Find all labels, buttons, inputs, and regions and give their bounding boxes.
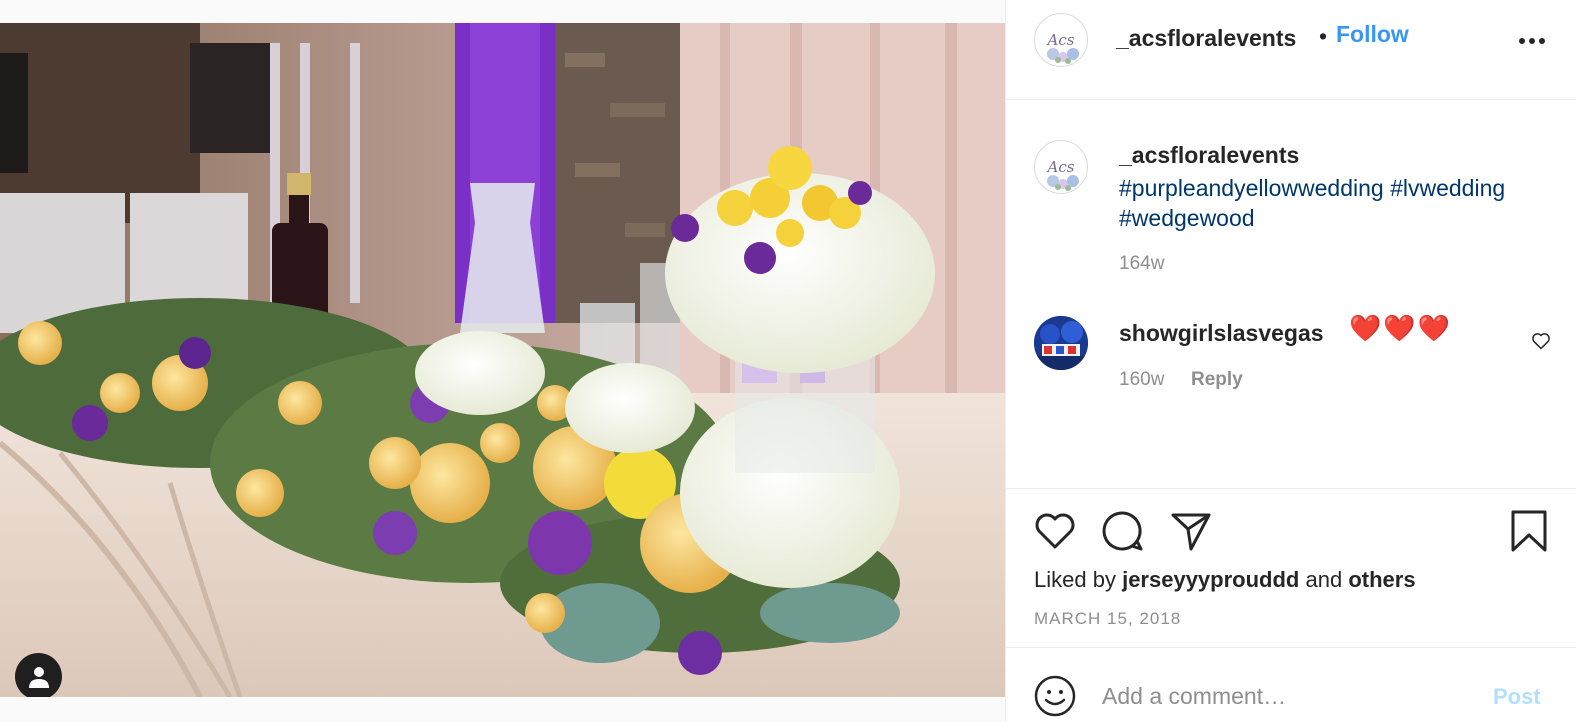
reply-button[interactable]: Reply xyxy=(1191,369,1243,391)
tag-user-button[interactable] xyxy=(15,653,62,697)
caption-username[interactable]: _acsfloralevents xyxy=(1119,142,1559,169)
caption-hashtags[interactable]: #purpleandyellowwedding #lvwedding #wedg… xyxy=(1119,173,1559,233)
avatar-logo-text: Acs xyxy=(1047,158,1075,176)
user-icon xyxy=(28,666,49,688)
post-side-panel: Acs _acsfloralevents • Follow Acs _acsfl… xyxy=(1005,0,1576,722)
heart-outline-icon[interactable] xyxy=(1531,331,1551,351)
commenter-avatar[interactable] xyxy=(1034,316,1088,370)
liked-by-and: and xyxy=(1305,567,1343,592)
caption-avatar[interactable]: Acs xyxy=(1034,140,1088,194)
post-header: Acs _acsfloralevents • Follow xyxy=(1006,0,1576,100)
comment-bubble-icon[interactable] xyxy=(1101,509,1145,553)
caption: _acsfloralevents #purpleandyellowwedding… xyxy=(1119,142,1559,233)
floral-arrangement-image xyxy=(0,23,1005,697)
post-comment-button[interactable]: Post xyxy=(1493,684,1541,710)
commenter-profile-image xyxy=(1034,316,1088,370)
likes-summary: Liked by jerseyyyprouddd and others xyxy=(1034,567,1416,593)
more-options-icon[interactable] xyxy=(1518,36,1546,46)
emoji-icon[interactable] xyxy=(1033,674,1077,718)
post-actions: Liked by jerseyyyprouddd and others MARC… xyxy=(1006,488,1576,648)
share-paper-plane-icon[interactable] xyxy=(1169,509,1213,553)
heart-icon[interactable] xyxy=(1033,509,1077,553)
comment-input[interactable] xyxy=(1102,678,1462,714)
comment-timestamp[interactable]: 160w xyxy=(1119,369,1164,391)
caption-timestamp[interactable]: 164w xyxy=(1119,253,1164,275)
add-comment-bar: Post xyxy=(1006,647,1576,722)
post-author-username[interactable]: _acsfloralevents xyxy=(1116,25,1296,52)
liked-by-others[interactable]: others xyxy=(1348,567,1415,592)
liked-by-prefix: Liked by xyxy=(1034,567,1116,592)
comment-username[interactable]: showgirlslasvegas xyxy=(1119,320,1324,347)
bookmark-icon[interactable] xyxy=(1507,509,1551,553)
post-date[interactable]: MARCH 15, 2018 xyxy=(1034,609,1181,629)
follow-button[interactable]: Follow xyxy=(1336,21,1409,48)
avatar-logo-text: Acs xyxy=(1047,31,1075,49)
comment-text: ❤️❤️❤️ xyxy=(1349,313,1453,343)
liked-by-user[interactable]: jerseyyyprouddd xyxy=(1122,567,1299,592)
separator-dot: • xyxy=(1319,23,1328,49)
avatar[interactable]: Acs xyxy=(1034,13,1088,67)
post-photo[interactable] xyxy=(0,23,1005,697)
